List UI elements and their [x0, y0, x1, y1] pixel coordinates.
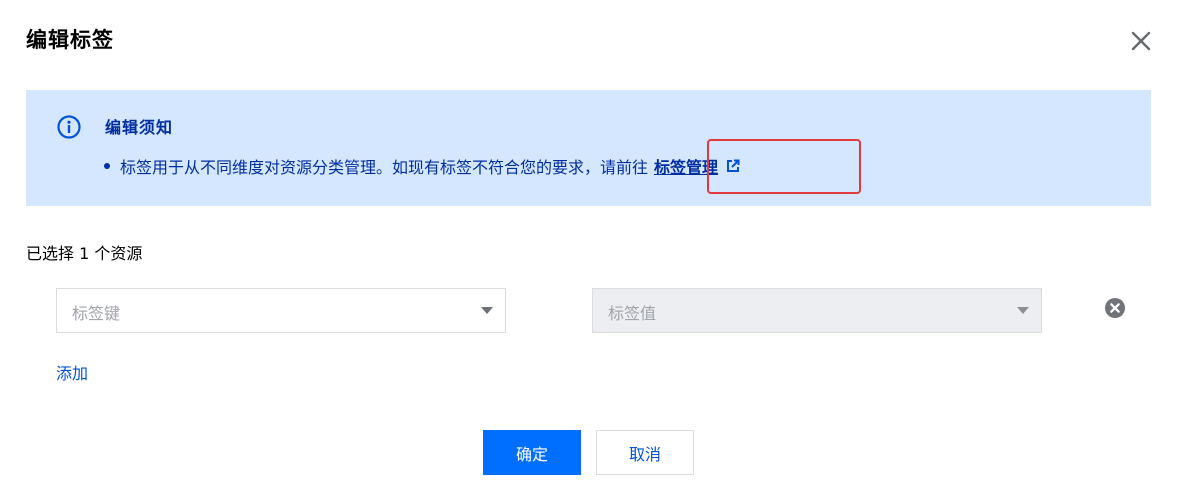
add-tag-link[interactable]: 添加 [56, 360, 88, 384]
notice-text: 标签用于从不同维度对资源分类管理。如现有标签不符合您的要求，请前往 [120, 158, 649, 177]
external-link-icon[interactable] [726, 159, 740, 173]
info-circle-icon [57, 115, 81, 139]
caret-down-icon [481, 307, 493, 314]
close-button[interactable] [1127, 27, 1155, 55]
notice-banner: 编辑须知 标签用于从不同维度对资源分类管理。如现有标签不符合您的要求，请前往 标… [26, 90, 1151, 206]
tag-key-select[interactable]: 标签键 [56, 288, 506, 333]
tag-value-placeholder: 标签值 [608, 304, 657, 323]
remove-circle-icon [1105, 298, 1125, 318]
notice-title: 编辑须知 [105, 118, 174, 137]
dialog-title: 编辑标签 [26, 28, 114, 52]
confirm-button[interactable]: 确定 [483, 430, 581, 475]
notice-text-line: 标签用于从不同维度对资源分类管理。如现有标签不符合您的要求，请前往 标签管理 [104, 154, 740, 178]
caret-down-icon [1017, 307, 1029, 314]
remove-tag-button[interactable] [1104, 297, 1126, 319]
tag-key-placeholder: 标签键 [72, 304, 121, 323]
selected-resource-count: 已选择 1 个资源 [26, 244, 143, 263]
tag-management-link[interactable]: 标签管理 [654, 154, 718, 178]
bullet-icon [104, 163, 110, 169]
tag-value-select: 标签值 [592, 288, 1042, 333]
cancel-button[interactable]: 取消 [596, 430, 694, 475]
close-icon [1131, 31, 1151, 51]
